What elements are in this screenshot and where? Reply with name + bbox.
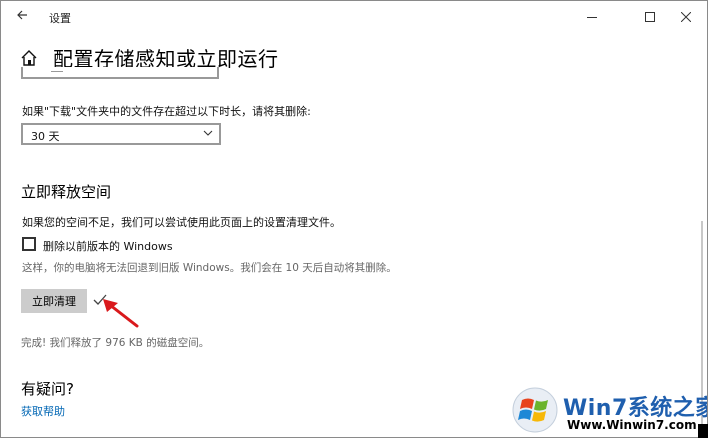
back-arrow-icon	[17, 10, 27, 20]
title-bar: 设置	[1, 1, 707, 33]
app-title: 设置	[49, 12, 71, 25]
minimize-button[interactable]	[569, 1, 615, 33]
corner-mark	[698, 424, 708, 438]
cleanup-frequency-dropdown[interactable]	[21, 67, 219, 79]
free-space-title: 立即释放空间	[21, 183, 112, 201]
help-section-title: 有疑问?	[21, 380, 74, 398]
back-button[interactable]	[11, 7, 33, 27]
dropdown-value-fragment	[51, 68, 63, 72]
maximize-icon	[645, 12, 655, 22]
home-icon[interactable]	[19, 48, 39, 68]
annotation-arrow-icon	[103, 299, 139, 328]
minimize-icon	[587, 16, 597, 18]
cleanup-result-text: 完成! 我们释放了 976 KB 的磁盘空间。	[21, 337, 210, 349]
watermark-url: Www.Winwin7.com	[567, 418, 697, 432]
free-space-description: 如果您的空间不足，我们可以尝试使用此页面上的设置清理文件。	[22, 216, 341, 229]
downloads-age-label: 如果"下载"文件夹中的文件存在超过以下时长，请将其删除:	[22, 105, 311, 118]
close-button[interactable]	[663, 1, 707, 33]
delete-previous-windows-label[interactable]: 删除以前版本的 Windows	[43, 238, 173, 254]
settings-window: 设置 配置存储感知或立即运行 如果"下载"文件夹中的文件存在超过以下时长，请将其…	[0, 0, 708, 438]
delete-previous-windows-checkbox[interactable]	[22, 237, 36, 251]
downloads-age-value: 30 天	[31, 130, 60, 143]
clean-now-button[interactable]: 立即清理	[21, 289, 87, 313]
get-help-link[interactable]: 获取帮助	[21, 403, 65, 419]
previous-windows-note: 这样，你的电脑将无法回退到旧版 Windows。我们会在 10 天后自动将其删除…	[22, 262, 397, 274]
windows-logo-icon	[512, 387, 558, 433]
downloads-age-select[interactable]: 30 天	[21, 123, 221, 145]
chevron-down-icon	[203, 130, 213, 136]
close-icon	[681, 12, 691, 22]
